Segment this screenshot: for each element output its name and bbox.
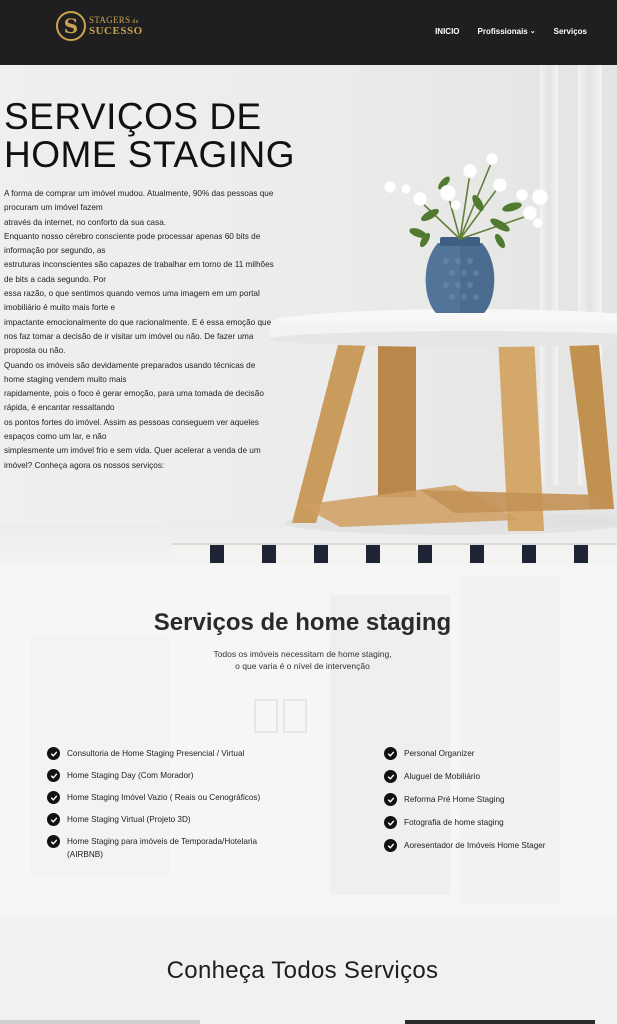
hero-paragraph-line: através da internet, no conforto da sua … bbox=[4, 217, 167, 227]
hero-paragraph-line: nos faz tomar a decisão de ir visitar um… bbox=[4, 331, 254, 341]
service-item-right: Reforma Pré Home Staging bbox=[384, 793, 604, 806]
striped-rug-image bbox=[172, 543, 617, 565]
check-circle-icon bbox=[47, 791, 60, 804]
nav-link-label: Profissionais bbox=[477, 27, 528, 36]
hero-paragraph-line: imóvel? Conheça agora os nossos serviços… bbox=[4, 460, 165, 470]
hero-paragraph-line: os pontos fortes do imóvel. Assim as pes… bbox=[4, 417, 259, 427]
hero-paragraph-line: essa razão, o que sentimos quando vemos … bbox=[4, 289, 260, 299]
check-circle-icon bbox=[47, 747, 60, 760]
blue-vase-image bbox=[425, 237, 495, 313]
service-item-left: Home Staging para imóveis de Temporada/H… bbox=[47, 835, 347, 861]
check-circle-icon bbox=[384, 747, 397, 760]
nav-link-profissionais[interactable]: Profissionais ⌄ bbox=[478, 27, 536, 36]
service-item-left: Home Staging Virtual (Projeto 3D) bbox=[47, 813, 347, 826]
logo-word-de: de bbox=[132, 18, 139, 25]
services-subtitle-line2: o que varia é o nível de intervenção bbox=[235, 661, 370, 671]
hero-paragraph-line: Quando os imóveis são devidamente prepar… bbox=[4, 360, 256, 370]
nav-link-label: Serviços bbox=[553, 27, 587, 36]
flower-bouquet-image bbox=[383, 152, 549, 249]
all-services-section: Conheça Todos Serviços bbox=[0, 917, 617, 1024]
hero-paragraph-line: espaços como um lar, e não bbox=[4, 432, 107, 442]
service-item-right: Personal Organizer bbox=[384, 747, 604, 760]
nav-link-label: INICIO bbox=[435, 27, 460, 36]
hero-paragraph-line: informação por segundo, as bbox=[4, 246, 106, 256]
check-circle-icon bbox=[384, 770, 397, 783]
check-circle-icon bbox=[47, 769, 60, 782]
hero-title-line1: SERVIÇOS DE bbox=[4, 96, 262, 137]
hero-paragraph-line: Enquanto nosso cérebro consciente pode p… bbox=[4, 231, 261, 241]
services-list-right: Personal Organizer Aluguel de Mobiliário R… bbox=[384, 747, 604, 862]
top-navigation-bar: S STAGERS de SUCESSO INICIO Profissionais… bbox=[0, 0, 617, 65]
service-item-label: Fotografia de home staging bbox=[404, 818, 504, 827]
hero-paragraph-line: proposta ou não. bbox=[4, 346, 66, 356]
site-logo[interactable]: S STAGERS de SUCESSO bbox=[56, 11, 143, 41]
hero-paragraph-line: rapidamente, pois o foco é gerar emoção,… bbox=[4, 389, 264, 399]
chevron-down-icon: ⌄ bbox=[529, 27, 536, 35]
logo-word-stagers: STAGERS bbox=[89, 14, 131, 25]
card-edge-right bbox=[405, 1020, 595, 1024]
hero-paragraph: A forma de comprar um imóvel mudou. Atua… bbox=[4, 187, 289, 473]
service-item-label: Personal Organizer bbox=[404, 749, 475, 758]
all-services-title: Conheça Todos Serviços bbox=[166, 957, 439, 984]
service-item-label: Home Staging Imóvel Vazio ( Reais ou Cen… bbox=[67, 793, 261, 802]
hero-paragraph-line: procuram um imóvel fazem bbox=[4, 203, 103, 213]
check-circle-icon bbox=[47, 813, 60, 826]
hero-title-line2: HOME STAGING bbox=[4, 134, 296, 175]
check-circle-icon bbox=[384, 816, 397, 829]
service-item-right: Aoresentador de Imóveis Home Stager bbox=[384, 839, 604, 852]
wooden-table-image bbox=[270, 309, 617, 531]
services-section: Serviços de home staging Todos os imóvei… bbox=[0, 565, 617, 917]
hero-title: SERVIÇOS DE HOME STAGING bbox=[4, 98, 324, 174]
services-title: Serviços de home staging bbox=[153, 609, 452, 636]
check-circle-icon bbox=[384, 839, 397, 852]
service-item-left: Consultoria de Home Staging Presencial /… bbox=[47, 747, 347, 760]
service-item-left: Home Staging Imóvel Vazio ( Reais ou Cen… bbox=[47, 791, 347, 804]
nav-link-servicos[interactable]: Serviços bbox=[554, 27, 587, 36]
card-edge-left bbox=[0, 1020, 200, 1024]
hero-paragraph-line: A forma de comprar um imóvel mudou. Atua… bbox=[4, 189, 274, 198]
service-item-right: Aluguel de Mobiliário bbox=[384, 770, 604, 783]
hero-paragraph-line: simplesmente um imóvel frio e sem vida. … bbox=[4, 446, 261, 456]
check-circle-icon bbox=[384, 793, 397, 806]
hero-paragraph-line: rápida, é encantar ressaltando bbox=[4, 403, 115, 413]
service-item-label: Consultoria de Home Staging Presencial /… bbox=[67, 749, 245, 758]
hero-paragraph-line: estruturas inconscientes são capazes de … bbox=[4, 260, 274, 270]
logo-wordmark: STAGERS de SUCESSO bbox=[89, 14, 143, 37]
hero-paragraph-line: impactante emocionalmente do que raciona… bbox=[4, 317, 272, 327]
services-subtitle: Todos os imóveis necessitam de home stag… bbox=[0, 648, 605, 672]
service-item-label: Home Staging para imóveis de Temporada/H… bbox=[67, 837, 258, 859]
service-item-left: Home Staging Day (Com Morador) bbox=[47, 769, 347, 782]
service-item-label: Home Staging Day (Com Morador) bbox=[67, 771, 194, 780]
service-item-label: Aluguel de Mobiliário bbox=[404, 772, 481, 781]
main-menu: INICIO Profissionais ⌄ Serviços bbox=[435, 27, 587, 36]
services-subtitle-line1: Todos os imóveis necessitam de home stag… bbox=[213, 649, 392, 659]
services-list-left: Consultoria de Home Staging Presencial /… bbox=[47, 747, 347, 870]
hero-paragraph-line: imobiliário é muito mais forte e bbox=[4, 303, 116, 313]
service-item-label: Reforma Pré Home Staging bbox=[404, 795, 505, 804]
service-item-label: Home Staging Virtual (Projeto 3D) bbox=[67, 815, 191, 824]
logo-word-sucesso: SUCESSO bbox=[89, 24, 143, 37]
hero-paragraph-line: de bits a cada segundo. Por bbox=[4, 274, 106, 284]
service-item-right: Fotografia de home staging bbox=[384, 816, 604, 829]
check-circle-icon bbox=[47, 835, 60, 848]
service-item-label: Aoresentador de Imóveis Home Stager bbox=[404, 841, 546, 850]
logo-emblem: S bbox=[56, 11, 86, 41]
nav-link-inicio[interactable]: INICIO bbox=[435, 27, 459, 36]
hero-paragraph-line: home staging vendem muito mais bbox=[4, 374, 127, 384]
page: S STAGERS de SUCESSO INICIO Profissionais… bbox=[0, 0, 617, 1024]
hero-section: SERVIÇOS DE HOME STAGING A forma de comp… bbox=[0, 65, 617, 565]
